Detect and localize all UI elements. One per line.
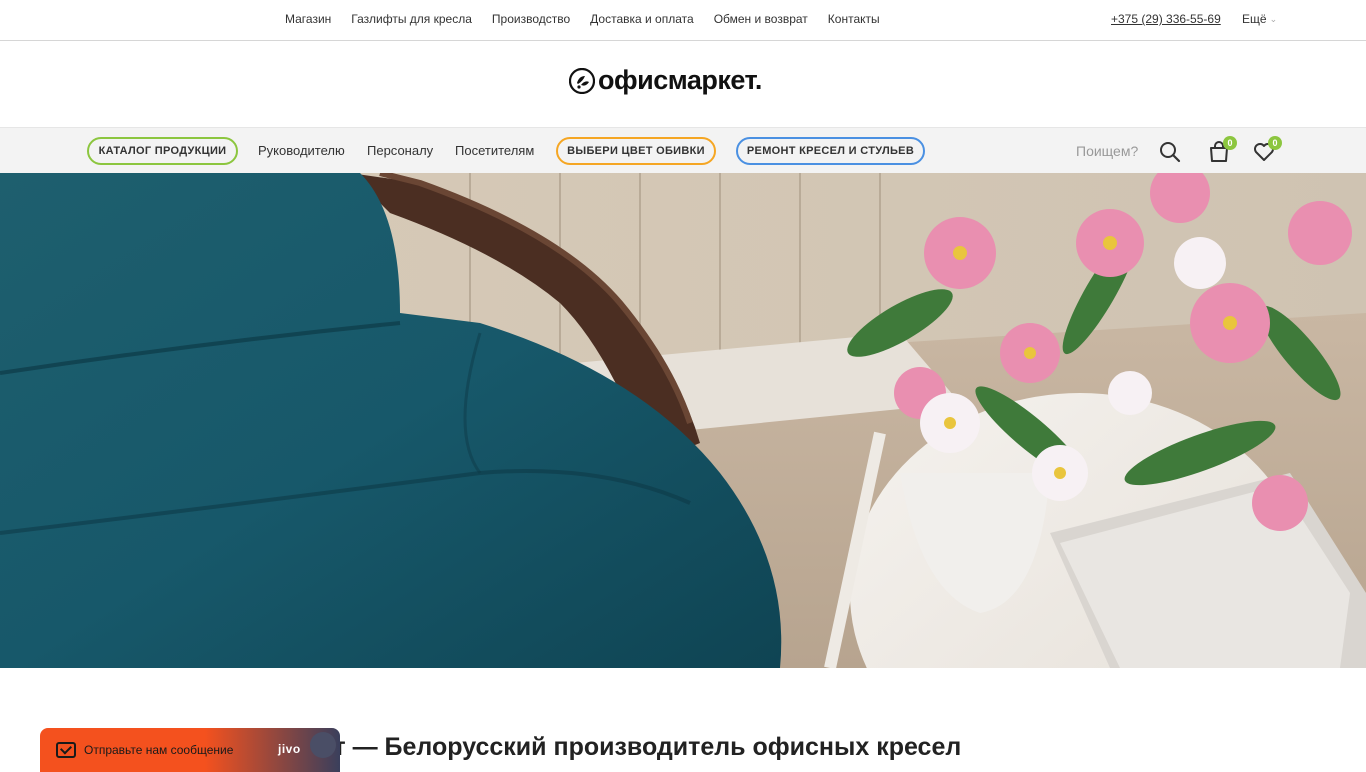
repair-button[interactable]: РЕМОНТ КРЕСЕЛ И СТУЛЬЕВ bbox=[736, 137, 925, 165]
hero-banner-image bbox=[0, 173, 1366, 668]
top-nav: Магазин Газлифты для кресла Производство… bbox=[285, 12, 900, 26]
catalog-button[interactable]: КАТАЛОГ ПРОДУКЦИИ bbox=[87, 137, 238, 165]
site-logo[interactable]: офисмаркет. bbox=[569, 67, 762, 94]
top-link-returns[interactable]: Обмен и возврат bbox=[714, 12, 808, 26]
top-link-delivery[interactable]: Доставка и оплата bbox=[590, 12, 694, 26]
phone-link[interactable]: +375 (29) 336-55-69 bbox=[1111, 12, 1221, 26]
nav-link-staff[interactable]: Персоналу bbox=[367, 143, 433, 158]
wishlist-button[interactable]: 0 bbox=[1252, 136, 1282, 164]
chevron-down-icon: ⌄ bbox=[1269, 13, 1278, 24]
page-title: маркет — Белорусский производитель офисн… bbox=[260, 733, 962, 761]
nav-link-executive[interactable]: Руководителю bbox=[258, 143, 345, 158]
logo-mark-icon bbox=[569, 67, 595, 94]
top-link-shop[interactable]: Магазин bbox=[285, 12, 331, 26]
logo-text: офисмаркет. bbox=[598, 65, 762, 95]
color-pick-button[interactable]: ВЫБЕРИ ЦВЕТ ОБИВКИ bbox=[556, 137, 716, 165]
chat-brand: jivo bbox=[278, 742, 301, 756]
search-input[interactable]: Поищем? bbox=[1076, 143, 1138, 159]
hero-illustration bbox=[0, 173, 1366, 668]
top-bar: Магазин Газлифты для кресла Производство… bbox=[0, 0, 1366, 41]
logo-row: офисмаркет. bbox=[0, 41, 1366, 127]
cart-button[interactable]: 0 bbox=[1207, 136, 1237, 164]
mail-icon bbox=[56, 742, 76, 758]
main-nav: КАТАЛОГ ПРОДУКЦИИ Руководителю Персоналу… bbox=[0, 127, 1366, 173]
chat-widget[interactable]: Отправьте нам сообщение jivo bbox=[40, 728, 340, 772]
chat-avatar[interactable] bbox=[310, 732, 336, 758]
top-link-contacts[interactable]: Контакты bbox=[828, 12, 880, 26]
nav-link-visitors[interactable]: Посетителям bbox=[455, 143, 534, 158]
more-menu[interactable]: Ещё ⌄ bbox=[1242, 12, 1277, 26]
top-link-gaslifts[interactable]: Газлифты для кресла bbox=[351, 12, 472, 26]
wishlist-count-badge: 0 bbox=[1268, 136, 1282, 150]
search-icon[interactable] bbox=[1158, 140, 1182, 164]
top-link-production[interactable]: Производство bbox=[492, 12, 570, 26]
more-label: Ещё bbox=[1242, 12, 1267, 26]
chat-label: Отправьте нам сообщение bbox=[84, 743, 234, 757]
cart-count-badge: 0 bbox=[1223, 136, 1237, 150]
